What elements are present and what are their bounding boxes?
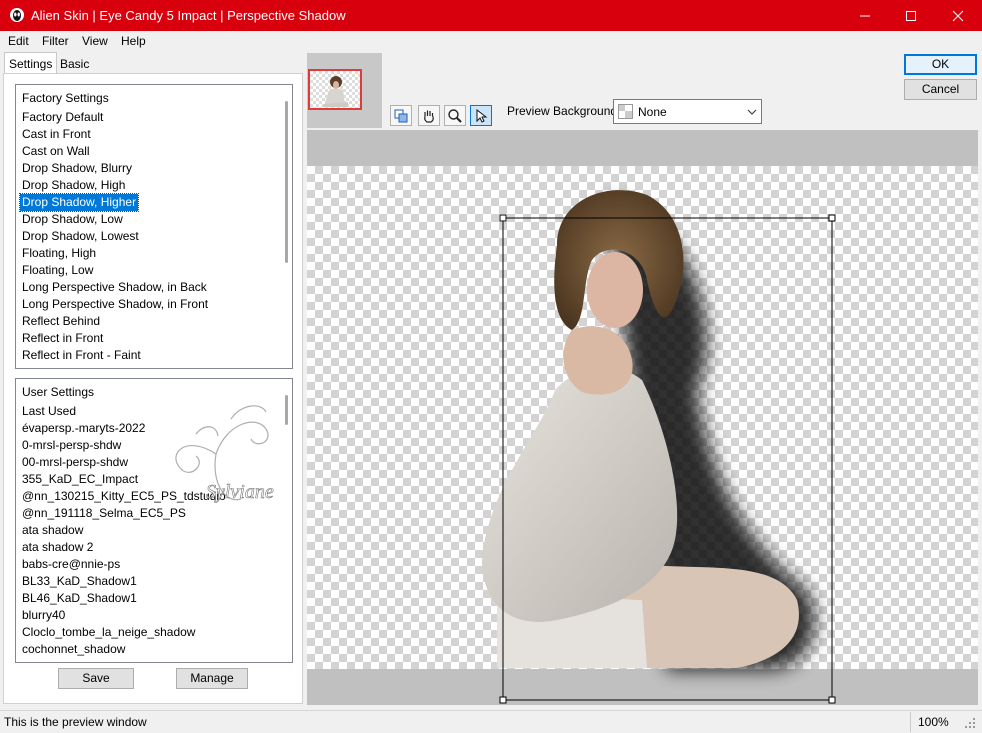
list-item[interactable]: Long Perspective Shadow, in Back [20, 279, 209, 296]
zoom-level: 100% [918, 715, 949, 729]
zoom-tool[interactable] [444, 105, 466, 126]
preview-image[interactable] [307, 130, 978, 705]
watermark-logo: Sylviane [175, 405, 274, 503]
list-item[interactable]: ata shadow 2 [20, 539, 95, 556]
list-item[interactable]: 00-mrsl-persp-shdw [20, 454, 130, 471]
maximize-button[interactable] [888, 0, 934, 31]
close-button[interactable] [935, 0, 981, 31]
alien-skin-app-icon[interactable] [9, 7, 25, 23]
chevron-down-icon [747, 109, 757, 115]
cancel-button[interactable]: Cancel [904, 79, 977, 100]
list-item[interactable]: Floating, Low [20, 262, 95, 279]
preview-background-label: Preview Background: [507, 104, 621, 118]
compare-icon [394, 109, 408, 122]
navigator-thumbnail[interactable] [307, 53, 382, 128]
list-item[interactable]: Cast in Front [20, 126, 93, 143]
list-item[interactable]: Drop Shadow, Blurry [20, 160, 134, 177]
list-item[interactable]: Drop Shadow, Low [20, 211, 125, 228]
list-item[interactable]: Cast on Wall [20, 143, 92, 160]
list-item[interactable]: babs-cre@nnie-ps [20, 556, 122, 573]
save-button[interactable]: Save [58, 668, 134, 689]
menu-help[interactable]: Help [121, 34, 146, 48]
menu-bar: Edit Filter View Help [0, 31, 982, 52]
user-settings-header: User Settings [22, 385, 95, 399]
resize-handle[interactable] [828, 696, 836, 704]
swatch-none-icon [618, 104, 633, 119]
preview-background-value: None [638, 105, 667, 119]
list-item[interactable]: Long Perspective Shadow, in Front [20, 296, 210, 313]
list-item[interactable]: blurry40 [20, 607, 67, 624]
list-item[interactable]: Drop Shadow, High [20, 177, 127, 194]
hand-tool[interactable] [418, 105, 440, 126]
minimize-button[interactable] [842, 0, 888, 31]
list-item[interactable]: Drop Shadow, Lowest [20, 228, 141, 245]
list-item[interactable]: Cloclo_tombe_la_neige_shadow [20, 624, 197, 641]
zoom-icon [448, 108, 462, 123]
resize-grip-icon[interactable] [964, 717, 976, 729]
ok-button[interactable]: OK [904, 54, 977, 75]
status-message: This is the preview window [4, 715, 147, 729]
title-bar: Alien Skin | Eye Candy 5 Impact | Perspe… [0, 0, 982, 31]
resize-handle[interactable] [828, 214, 836, 222]
list-item[interactable]: cochonnet_shadow [20, 641, 127, 658]
list-item[interactable]: BL33_KaD_Shadow1 [20, 573, 139, 590]
close-icon [952, 10, 964, 21]
selection-tool[interactable] [470, 105, 492, 126]
manage-button[interactable]: Manage [176, 668, 248, 689]
list-item[interactable]: Factory Default [20, 109, 105, 126]
list-item[interactable]: Reflect in Front [20, 330, 105, 347]
resize-handle[interactable] [499, 214, 507, 222]
window-title: Alien Skin | Eye Candy 5 Impact | Perspe… [31, 8, 346, 23]
list-item[interactable]: évapersp.-maryts-2022 [20, 420, 147, 437]
watermark-text: Sylviane [206, 481, 274, 503]
list-item[interactable]: Last Used [20, 403, 78, 420]
menu-filter[interactable]: Filter [42, 34, 69, 48]
maximize-icon [906, 10, 916, 21]
preview-window[interactable] [307, 130, 978, 705]
resize-handle[interactable] [499, 696, 507, 704]
thumbnail-image[interactable] [308, 69, 362, 110]
list-item[interactable]: ata shadow [20, 522, 85, 539]
factory-settings-header: Factory Settings [22, 91, 109, 105]
list-item-selected[interactable]: Drop Shadow, Higher [18, 193, 140, 212]
factory-list-scrollbar[interactable] [285, 101, 288, 263]
status-bar: This is the preview window 100% [0, 710, 982, 733]
hand-icon [424, 110, 434, 123]
list-item[interactable]: Floating, High [20, 245, 98, 262]
pointer-icon [476, 108, 488, 123]
list-item[interactable]: Reflect in Front - Faint [20, 347, 143, 364]
list-item[interactable]: 0-mrsl-persp-shdw [20, 437, 123, 454]
status-divider [910, 712, 911, 732]
list-item[interactable]: 355_KaD_EC_Impact [20, 471, 140, 488]
tab-settings[interactable]: Settings [4, 52, 58, 74]
preview-background-select[interactable]: None [613, 99, 762, 124]
list-item[interactable]: BL46_KaD_Shadow1 [20, 590, 139, 607]
factory-settings-list[interactable]: Factory Settings Factory Default Cast in… [15, 84, 293, 369]
settings-panel: Factory Settings Factory Default Cast in… [3, 73, 303, 704]
minimize-icon [860, 15, 870, 16]
preview-compare-tool[interactable] [390, 105, 412, 126]
menu-view[interactable]: View [82, 34, 108, 48]
tab-basic[interactable]: Basic [56, 54, 93, 74]
menu-edit[interactable]: Edit [8, 34, 29, 48]
list-item[interactable]: Reflect Behind [20, 313, 102, 330]
